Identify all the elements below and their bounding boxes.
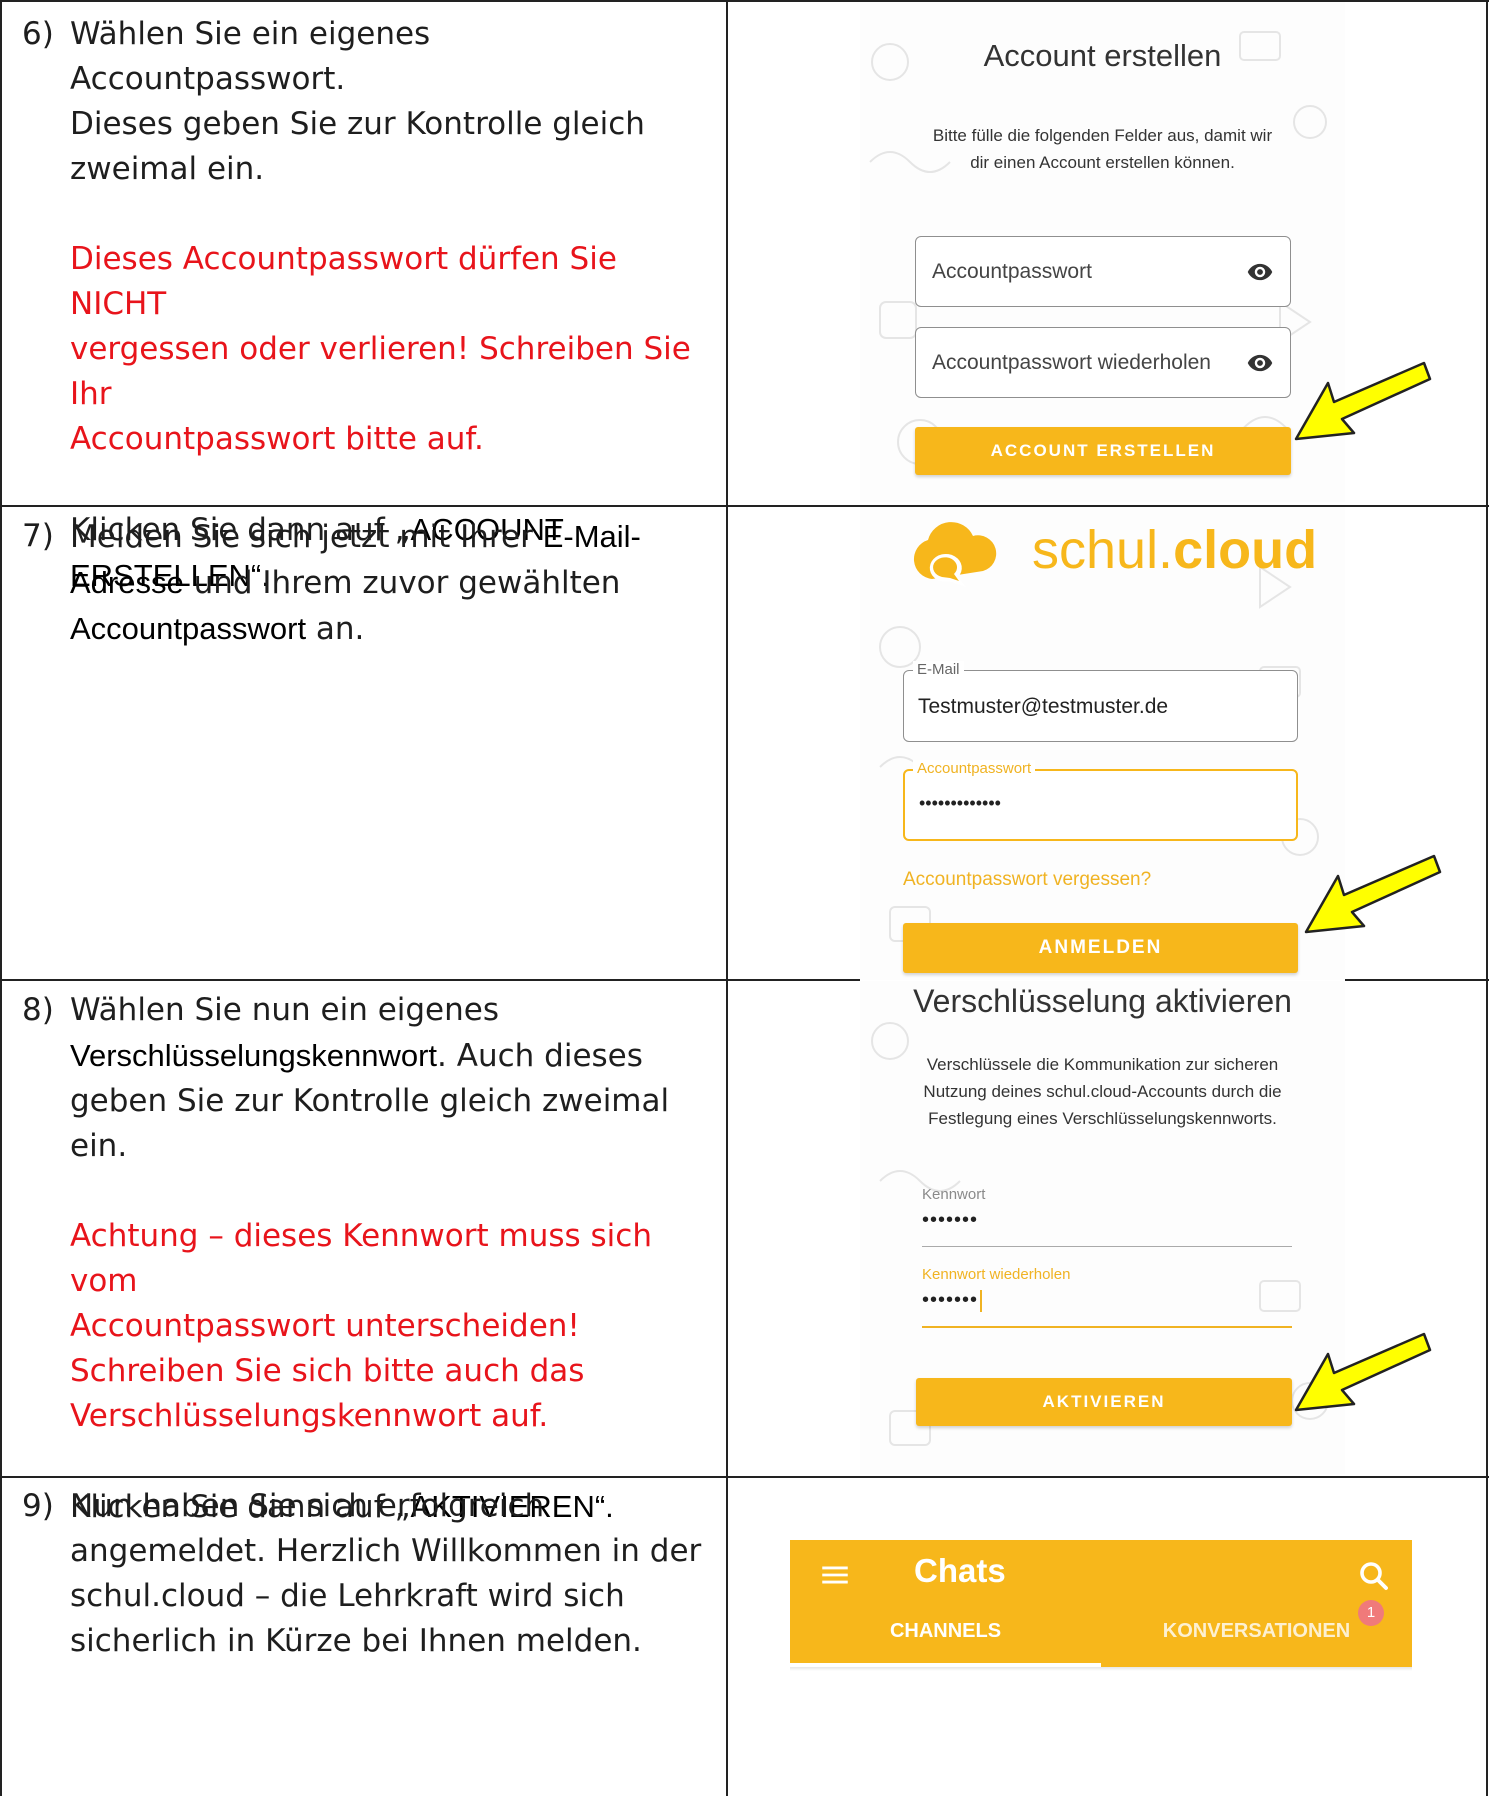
subtitle-line: Festlegung eines Verschlüsselungskennwor…	[928, 1109, 1277, 1128]
step-number: 6)	[22, 16, 54, 52]
screenshot-create-account: Account erstellen Bitte fülle die folgen…	[860, 2, 1345, 502]
text-fragment: Melden Sie sich jetzt mit Ihrer	[70, 519, 543, 555]
schul-cloud-logo-text: schul.cloud	[1032, 519, 1317, 581]
pointer-arrow-icon	[1304, 854, 1442, 934]
input-placeholder: Accountpasswort	[932, 259, 1092, 283]
text-line: Wählen Sie ein eigenes Accountpasswort.	[70, 16, 431, 97]
text-line: angemeldet. Herzlich Willkommen in der	[70, 1533, 702, 1569]
input-value-text: •••••••	[922, 1289, 979, 1311]
table-border-left	[0, 0, 2, 1796]
input-value: •••••••	[922, 1289, 1292, 1312]
step-number: 9)	[22, 1488, 54, 1524]
warning-line: Verschlüsselungskennwort auf.	[70, 1398, 549, 1434]
subtitle-line: Verschlüssele die Kommunikation zur sich…	[926, 1055, 1279, 1074]
cloud-logo-icon	[913, 522, 997, 587]
text-line: Melden Sie sich jetzt mit Ihrer E-Mail-	[70, 514, 712, 560]
screen-title: Account erstellen	[983, 38, 1222, 73]
input-label: Kennwort	[922, 1186, 986, 1203]
text-line: Wählen Sie nun ein eigenes	[70, 992, 500, 1028]
emphasis-text: E-Mail-	[542, 519, 641, 554]
account-password-input[interactable]: Accountpasswort	[915, 236, 1291, 307]
warning-line: Schreiben Sie sich bitte auch das	[70, 1353, 585, 1389]
pointer-arrow-icon	[1294, 1332, 1432, 1412]
account-password-repeat-input[interactable]: Accountpasswort wiederholen	[915, 327, 1291, 398]
table-row-divider	[1345, 979, 1489, 981]
warning-line: vergessen oder verlieren! Schreiben Sie …	[70, 331, 691, 412]
eye-icon[interactable]	[1246, 349, 1274, 377]
password-input[interactable]: •••••••••••••	[903, 769, 1298, 841]
text-line: sicherlich in Kürze bei Ihnen melden.	[70, 1623, 642, 1659]
unread-badge: 1	[1358, 1600, 1384, 1626]
search-icon[interactable]	[1356, 1558, 1392, 1594]
activate-button[interactable]: AKTIVIEREN	[916, 1378, 1292, 1426]
emphasis-text: Adresse	[70, 565, 184, 600]
email-value: Testmuster@testmuster.de	[918, 695, 1169, 718]
warning-line: Dieses Accountpasswort dürfen Sie NICHT	[70, 241, 617, 322]
text-line: geben Sie zur Kontrolle gleich zweimal e…	[70, 1083, 670, 1164]
text-line: Nun haben Sie sich erfolgreich	[70, 1488, 545, 1524]
step-7-text: 7) Melden Sie sich jetzt mit Ihrer E-Mai…	[22, 514, 712, 652]
pointer-arrow-icon	[1294, 361, 1432, 441]
step-6-text: 6) Wählen Sie ein eigenes Accountpasswor…	[22, 12, 712, 599]
subtitle-line: dir einen Account erstellen können.	[970, 153, 1235, 172]
screen-subtitle: Bitte fülle die folgenden Felder aus, da…	[860, 122, 1345, 176]
hamburger-menu-icon[interactable]	[818, 1558, 852, 1592]
tab-bar-shadow	[790, 1667, 1412, 1671]
chats-app-bar: Chats CHANNELS KONVERSATIONEN 1	[790, 1540, 1412, 1667]
tab-label: CHANNELS	[889, 1620, 1002, 1642]
emphasis-text: Accountpasswort	[70, 611, 307, 646]
subtitle-line: Nutzung deines schul.cloud-Accounts durc…	[923, 1082, 1282, 1101]
encryption-password-input[interactable]: Kennwort •••••••	[922, 1186, 1292, 1247]
table-border-right	[1486, 0, 1488, 1796]
step-number: 7)	[22, 518, 54, 554]
text-fragment: . Auch dieses	[437, 1038, 643, 1074]
text-fragment: an.	[306, 611, 365, 647]
screen-title: Verschlüsselung aktivieren	[913, 983, 1292, 1019]
warning-line: Accountpasswort bitte auf.	[70, 421, 484, 457]
logo-text-bold: cloud	[1173, 520, 1318, 580]
screen-subtitle: Verschlüssele die Kommunikation zur sich…	[860, 1051, 1345, 1132]
text-line: schul.cloud – die Lehrkraft wird sich	[70, 1578, 625, 1614]
forgot-password-link[interactable]: Accountpasswort vergessen?	[903, 869, 1151, 891]
input-label: Kennwort wiederholen	[922, 1266, 1071, 1283]
text-cursor	[980, 1289, 983, 1312]
input-value: •••••••	[922, 1209, 979, 1231]
email-input[interactable]: Testmuster@testmuster.de	[903, 670, 1298, 742]
app-bar-title: Chats	[914, 1552, 1006, 1589]
email-label: E-Mail	[913, 661, 964, 678]
tab-channels[interactable]: CHANNELS	[790, 1620, 1101, 1667]
step-8-text: 8) Wählen Sie nun ein eigenes Verschlüss…	[22, 988, 712, 1530]
password-label: Accountpasswort	[913, 760, 1036, 777]
eye-icon[interactable]	[1246, 258, 1274, 286]
step-9-text: 9) Nun haben Sie sich erfolgreich angeme…	[22, 1484, 712, 1664]
text-fragment: und Ihrem zuvor gewählten	[183, 565, 621, 601]
screenshot-login: schul.cloud Testmuster@testmuster.de E-M…	[860, 507, 1345, 980]
warning-line: Achtung – dieses Kennwort muss sich vom	[70, 1218, 652, 1299]
password-value: •••••••••••••	[919, 793, 1001, 813]
text-line: Dieses geben Sie zur Kontrolle gleich	[70, 106, 645, 142]
table-column-divider	[726, 0, 728, 1796]
text-line: Adresse und Ihrem zuvor gewählten	[70, 560, 712, 606]
logo-text-plain: schul.	[1032, 520, 1174, 580]
text-line: Verschlüsselungskennwort. Auch dieses	[70, 1033, 712, 1079]
input-placeholder: Accountpasswort wiederholen	[932, 350, 1211, 374]
subtitle-line: Bitte fülle die folgenden Felder aus, da…	[932, 126, 1273, 145]
tab-conversations[interactable]: KONVERSATIONEN	[1101, 1620, 1412, 1667]
warning-line: Accountpasswort unterscheiden!	[70, 1308, 580, 1344]
create-account-button[interactable]: ACCOUNT ERSTELLEN	[915, 427, 1291, 475]
emphasis-text: Verschlüsselungskennwort	[70, 1038, 438, 1073]
text-line: Accountpasswort an.	[70, 606, 712, 652]
text-line: zweimal ein.	[70, 151, 265, 187]
table-row-divider	[0, 979, 860, 981]
encryption-password-repeat-input[interactable]: Kennwort wiederholen •••••••	[922, 1266, 1292, 1328]
screenshot-encryption: Verschlüsselung aktivieren Verschlüssele…	[860, 981, 1345, 1474]
step-number: 8)	[22, 992, 54, 1028]
login-button[interactable]: ANMELDEN	[903, 923, 1298, 973]
